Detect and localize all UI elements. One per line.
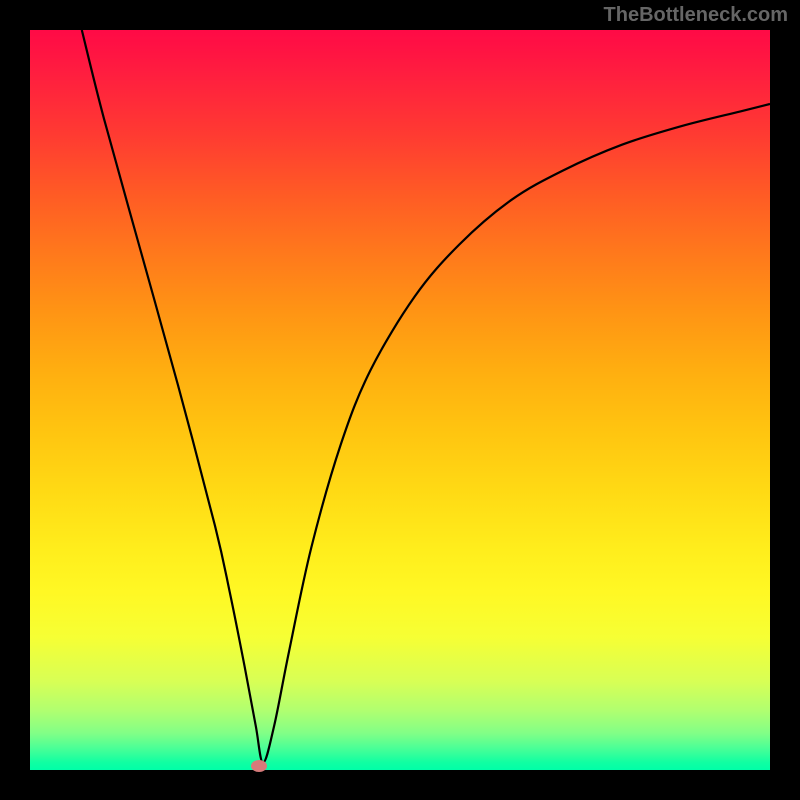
curve-svg bbox=[30, 30, 770, 770]
optimum-marker bbox=[251, 760, 267, 772]
bottleneck-curve-path bbox=[82, 30, 770, 763]
chart-plot-area bbox=[30, 30, 770, 770]
watermark-text: TheBottleneck.com bbox=[604, 4, 788, 27]
